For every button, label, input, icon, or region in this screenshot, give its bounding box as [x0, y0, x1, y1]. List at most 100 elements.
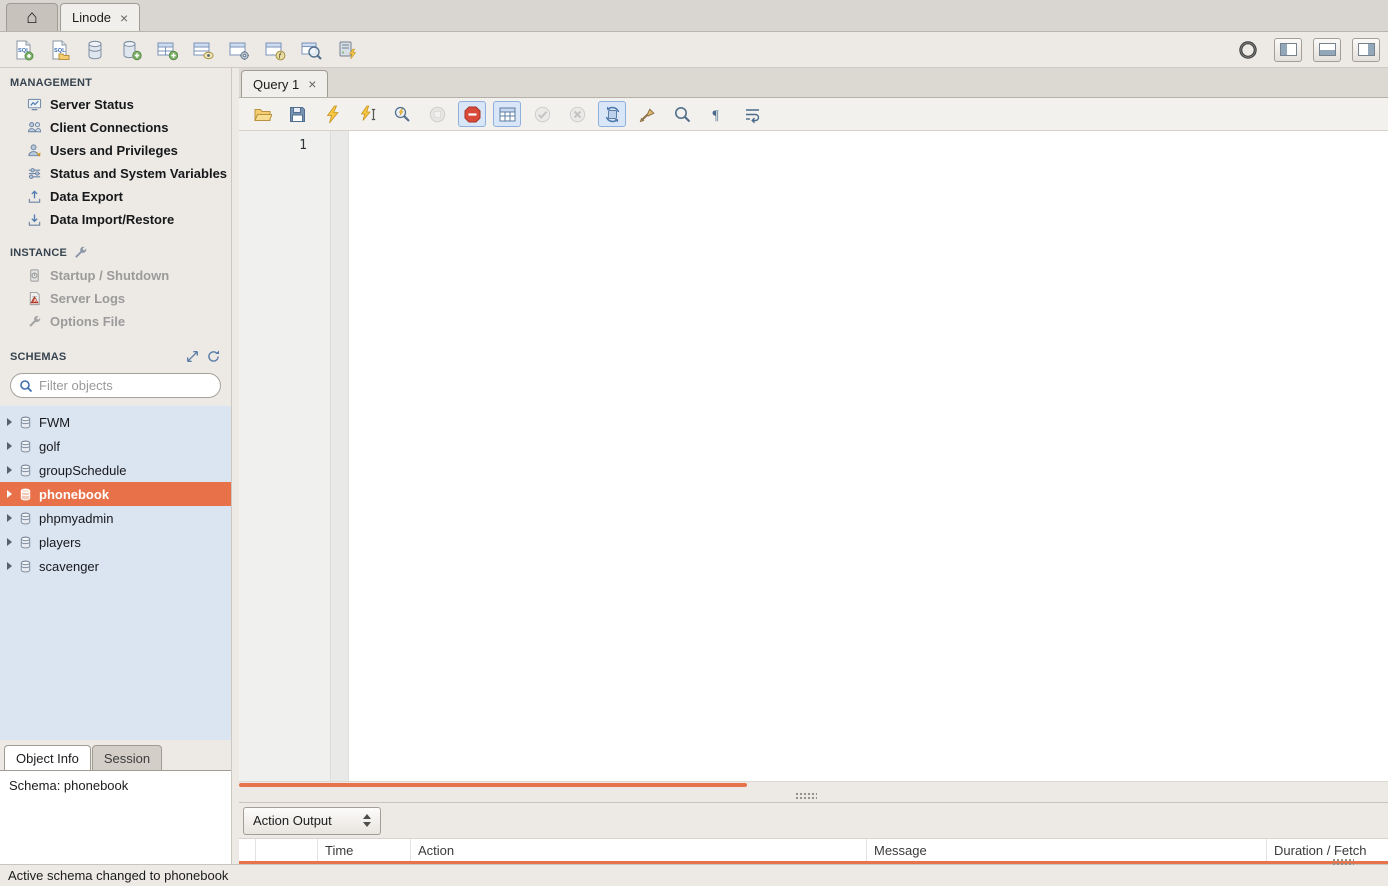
- sidebar-item-data-export[interactable]: Data Export: [0, 185, 231, 208]
- open-sql-script-button[interactable]: SQL: [44, 36, 74, 64]
- new-procedure-button[interactable]: [224, 36, 254, 64]
- sidebar-item-users-privileges[interactable]: Users and Privileges: [0, 139, 231, 162]
- execute-current-button[interactable]: [353, 101, 381, 127]
- expander-icon[interactable]: [7, 442, 12, 450]
- new-function-icon: f: [264, 39, 286, 61]
- sql-code-editor[interactable]: 1: [239, 131, 1388, 782]
- search-table-data-icon: [300, 39, 322, 61]
- instance-section-title: INSTANCE: [0, 231, 231, 264]
- schema-icon: [18, 535, 33, 550]
- explain-button[interactable]: [388, 101, 416, 127]
- sidebar-splitter[interactable]: [232, 68, 239, 864]
- new-schema-button[interactable]: [116, 36, 146, 64]
- new-query-tab-button[interactable]: SQL: [8, 36, 38, 64]
- sidebar-item-system-variables[interactable]: Status and System Variables: [0, 162, 231, 185]
- column-header-message: Message: [867, 839, 1267, 861]
- rollback-button[interactable]: [563, 101, 591, 127]
- connection-indicator-button[interactable]: [1233, 36, 1263, 64]
- expand-panel-icon[interactable]: [185, 349, 200, 364]
- mysql-workbench-window: ⌂ Linode × SQL SQL f: [0, 0, 1388, 886]
- sidebar-item-data-import[interactable]: Data Import/Restore: [0, 208, 231, 231]
- open-script-button[interactable]: [248, 101, 276, 127]
- database-button[interactable]: [80, 36, 110, 64]
- sidebar-item-options-file[interactable]: Options File: [0, 310, 231, 333]
- autocommit-icon: [603, 105, 622, 124]
- output-type-select[interactable]: Action Output: [243, 807, 381, 835]
- output-horizontal-scrollbar[interactable]: [239, 861, 1388, 864]
- wrench-icon: [73, 245, 88, 260]
- sidebar-item-server-status[interactable]: Server Status: [0, 93, 231, 116]
- connection-tab[interactable]: Linode ×: [60, 3, 140, 31]
- schema-row-golf[interactable]: golf: [0, 434, 231, 458]
- expander-icon[interactable]: [7, 538, 12, 546]
- toggle-stop-on-error-button[interactable]: [458, 101, 486, 127]
- query-tab-close-icon[interactable]: ×: [308, 77, 316, 91]
- search-icon: [19, 379, 33, 393]
- bottom-panel-icon: [1319, 43, 1336, 56]
- column-header-action: Action: [411, 839, 867, 861]
- toggle-output-area-button[interactable]: [1313, 38, 1341, 62]
- expander-icon[interactable]: [7, 562, 12, 570]
- schema-row-scavenger[interactable]: scavenger: [0, 554, 231, 578]
- open-folder-icon: [253, 105, 272, 124]
- find-button[interactable]: [668, 101, 696, 127]
- schema-filter-input[interactable]: [39, 378, 212, 393]
- new-table-button[interactable]: [152, 36, 182, 64]
- right-panel-icon: [1358, 43, 1375, 56]
- beautify-button[interactable]: [633, 101, 661, 127]
- sidebar-item-server-logs[interactable]: A Server Logs: [0, 287, 231, 310]
- wrap-text-button[interactable]: [738, 101, 766, 127]
- expander-icon[interactable]: [7, 466, 12, 474]
- status-bar: Active schema changed to phonebook: [0, 864, 1388, 886]
- reconnect-server-button[interactable]: [332, 36, 362, 64]
- tab-session[interactable]: Session: [92, 745, 162, 770]
- connection-indicator-icon: [1237, 39, 1259, 61]
- limit-rows-button[interactable]: [493, 101, 521, 127]
- main-toolbar: SQL SQL f: [0, 32, 1388, 68]
- schema-row-fwm[interactable]: FWM: [0, 410, 231, 434]
- connection-tab-close-icon[interactable]: ×: [120, 11, 128, 25]
- query-tab-label: Query 1: [253, 77, 299, 92]
- stop-button[interactable]: [423, 101, 451, 127]
- splitter-grip[interactable]: [1332, 858, 1354, 866]
- new-view-icon: [192, 39, 214, 61]
- output-splitter[interactable]: [239, 788, 1388, 802]
- export-icon: [27, 189, 42, 204]
- schema-row-phonebook[interactable]: phonebook: [0, 482, 231, 506]
- sidebar-item-client-connections[interactable]: Client Connections: [0, 116, 231, 139]
- query-tabbar: Query 1 ×: [239, 68, 1388, 98]
- search-table-data-button[interactable]: [296, 36, 326, 64]
- save-icon: [288, 105, 307, 124]
- schema-icon: [18, 463, 33, 478]
- spinner-icon: [363, 814, 371, 827]
- toggle-left-sidebar-button[interactable]: [1274, 38, 1302, 62]
- schema-row-phpmyadmin[interactable]: phpmyadmin: [0, 506, 231, 530]
- scrollbar-thumb[interactable]: [239, 783, 747, 787]
- expander-icon[interactable]: [7, 514, 12, 522]
- refresh-icon[interactable]: [206, 349, 221, 364]
- query-tab[interactable]: Query 1 ×: [241, 70, 328, 97]
- toggle-right-sidebar-button[interactable]: [1352, 38, 1380, 62]
- toggle-autocommit-button[interactable]: [598, 101, 626, 127]
- save-script-button[interactable]: [283, 101, 311, 127]
- tab-object-info[interactable]: Object Info: [4, 745, 91, 770]
- new-function-button[interactable]: f: [260, 36, 290, 64]
- splitter-grip[interactable]: [795, 792, 817, 800]
- schema-filter: [10, 373, 221, 398]
- schema-row-players[interactable]: players: [0, 530, 231, 554]
- commit-button[interactable]: [528, 101, 556, 127]
- home-icon: ⌂: [26, 7, 37, 29]
- new-view-button[interactable]: [188, 36, 218, 64]
- user-icon: [27, 143, 42, 158]
- expander-icon[interactable]: [7, 490, 12, 498]
- schema-row-groupschedule[interactable]: groupSchedule: [0, 458, 231, 482]
- sidebar-item-startup-shutdown[interactable]: Startup / Shutdown: [0, 264, 231, 287]
- output-type-label: Action Output: [253, 813, 332, 828]
- invisible-characters-button[interactable]: ¶: [703, 101, 731, 127]
- execute-button[interactable]: [318, 101, 346, 127]
- expander-icon[interactable]: [7, 418, 12, 426]
- column-header-index: [256, 839, 318, 861]
- new-schema-icon: [120, 39, 142, 61]
- code-text-area[interactable]: [349, 131, 1388, 781]
- home-tab[interactable]: ⌂: [6, 3, 58, 31]
